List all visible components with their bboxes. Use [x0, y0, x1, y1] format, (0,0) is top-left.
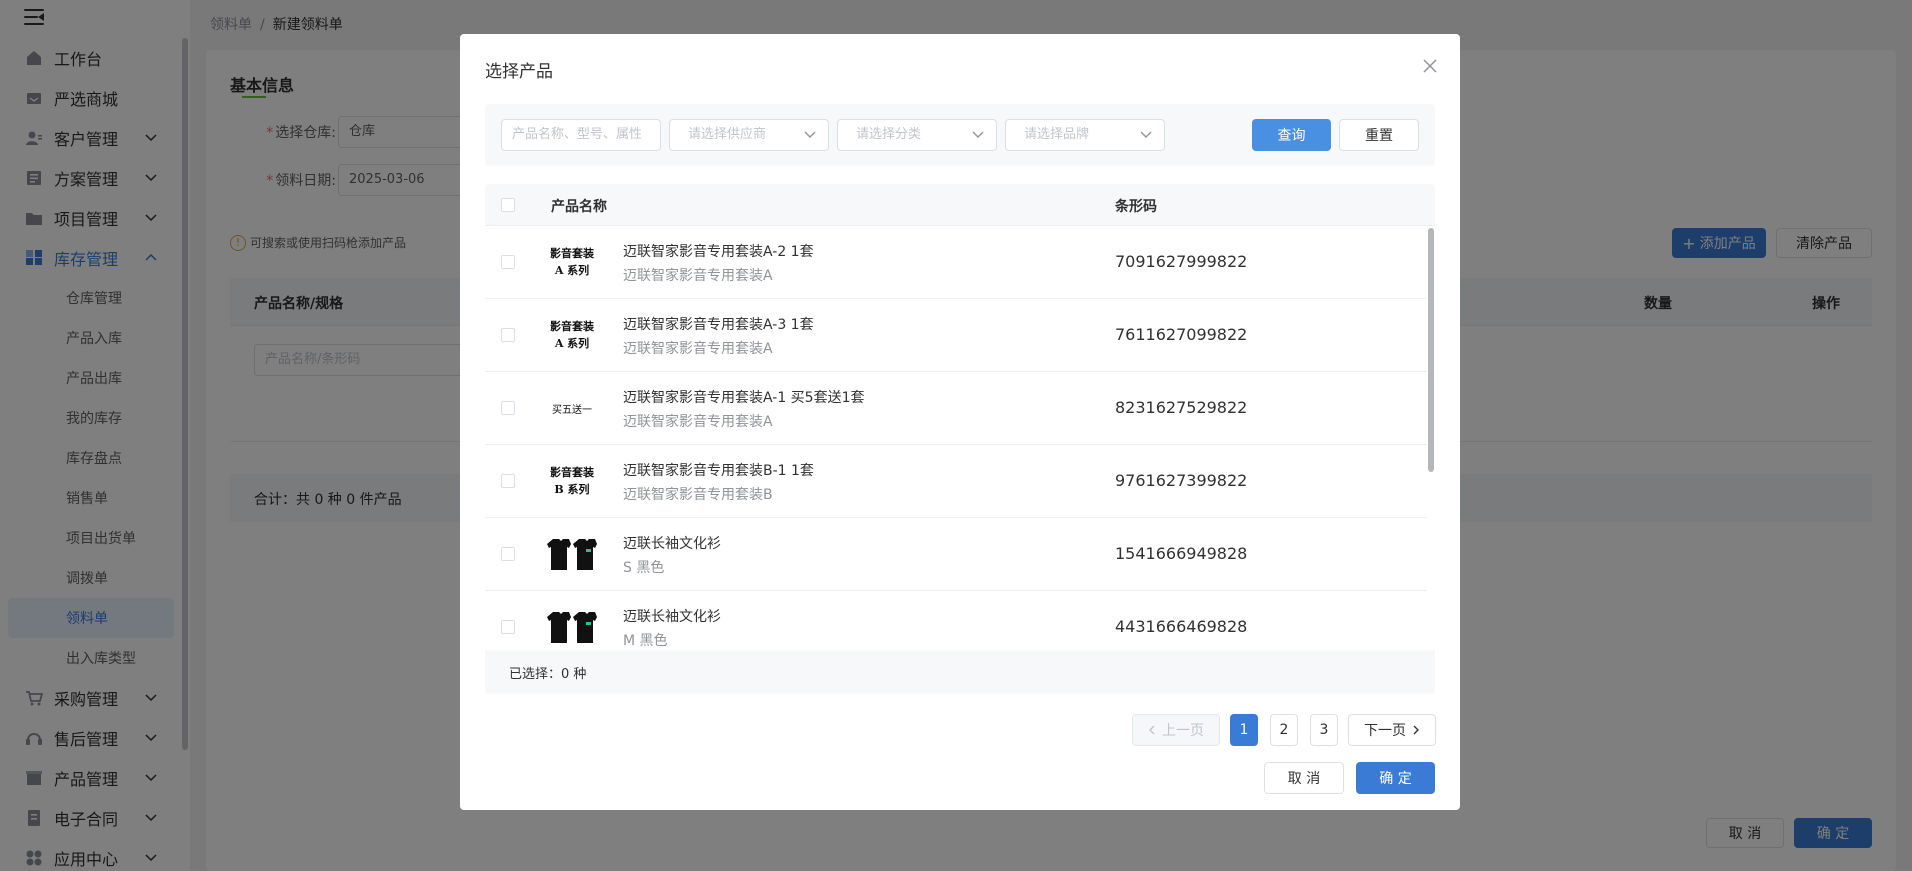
category-placeholder: 请选择分类 [856, 127, 922, 142]
row-checkbox[interactable] [501, 328, 515, 342]
thumb-line: 影音套装 [550, 320, 594, 333]
prev-page-label: 上一页 [1162, 723, 1204, 739]
table-row[interactable]: 迈联长袖文化衫 S 黑色 1541666949828 [485, 518, 1427, 591]
thumb-line: A 系列 [554, 264, 590, 277]
row-checkbox[interactable] [501, 547, 515, 561]
prev-page-button[interactable]: 上一页 [1132, 714, 1220, 746]
product-barcode: 7091627999822 [1115, 252, 1248, 271]
product-spec: 迈联智家影音专用套装A [623, 268, 773, 284]
product-select-table: 产品名称 条形码 影音套装 A 系列 迈联智家影音专用套装A-2 1套 迈联智家影… [485, 184, 1435, 694]
product-name: 迈联长袖文化衫 [623, 609, 721, 625]
select-all-checkbox[interactable] [501, 198, 515, 212]
chevron-right-icon [1413, 725, 1419, 735]
brand-select[interactable]: 请选择品牌 [1005, 119, 1165, 151]
product-spec: 迈联智家影音专用套装A [623, 414, 773, 430]
product-select-header: 产品名称 条形码 [485, 184, 1435, 226]
scrollbar-thumb[interactable] [1428, 228, 1434, 472]
page-3-button[interactable]: 3 [1310, 714, 1338, 746]
table-scrollbar[interactable] [1427, 226, 1435, 650]
tshirt-thumbnail [545, 534, 599, 574]
thumb-line: 影音套装 [550, 466, 594, 479]
product-barcode: 9761627399822 [1115, 471, 1248, 490]
chevron-down-icon [1140, 131, 1152, 138]
next-page-label: 下一页 [1364, 723, 1406, 739]
dialog-cancel-button[interactable]: 取 消 [1264, 762, 1344, 794]
row-checkbox[interactable] [501, 255, 515, 269]
reset-button[interactable]: 重置 [1339, 119, 1419, 151]
select-product-dialog: 选择产品 产品名称、型号、属性 请选择供应商 请选择分类 请选择品牌 查询 重置… [460, 34, 1460, 810]
selection-footer: 已选择：0 种 [485, 650, 1435, 694]
product-name: 迈联长袖文化衫 [623, 536, 721, 552]
next-page-button[interactable]: 下一页 [1348, 714, 1436, 746]
supplier-placeholder: 请选择供应商 [688, 127, 767, 142]
product-name: 迈联智家影音专用套装A-3 1套 [623, 317, 814, 333]
col-product-name: 产品名称 [551, 199, 607, 215]
product-spec: 迈联智家影音专用套装B [623, 487, 773, 503]
table-row[interactable]: 迈联长袖文化衫 M 黑色 4431666469828 [485, 591, 1427, 650]
table-row[interactable]: 影音套装 A 系列 迈联智家影音专用套装A-3 1套 迈联智家影音专用套装A 76… [485, 299, 1427, 372]
col-barcode: 条形码 [1115, 199, 1157, 215]
close-icon[interactable] [1422, 58, 1438, 74]
product-spec: 迈联智家影音专用套装A [623, 341, 773, 357]
row-checkbox[interactable] [501, 474, 515, 488]
product-thumbnail: 影音套装 A 系列 [545, 242, 599, 282]
keyword-input[interactable]: 产品名称、型号、属性 [501, 119, 661, 151]
product-name: 迈联智家影音专用套装B-1 1套 [623, 463, 814, 479]
table-row[interactable]: 影音套装 B 系列 迈联智家影音专用套装B-1 1套 迈联智家影音专用套装B 97… [485, 445, 1427, 518]
row-checkbox[interactable] [501, 401, 515, 415]
category-select[interactable]: 请选择分类 [837, 119, 997, 151]
page-1-button[interactable]: 1 [1230, 714, 1258, 746]
chevron-down-icon [972, 131, 984, 138]
page-2-button[interactable]: 2 [1270, 714, 1298, 746]
product-barcode: 4431666469828 [1115, 617, 1248, 636]
table-row[interactable]: 影音套装 A 系列 迈联智家影音专用套装A-2 1套 迈联智家影音专用套装A 70… [485, 226, 1427, 299]
filter-bar: 产品名称、型号、属性 请选择供应商 请选择分类 请选择品牌 查询 重置 [485, 104, 1435, 166]
product-spec: M 黑色 [623, 633, 668, 649]
product-thumbnail: 影音套装 B 系列 [545, 461, 599, 501]
product-spec: S 黑色 [623, 560, 665, 576]
product-name: 迈联智家影音专用套装A-2 1套 [623, 244, 814, 260]
product-barcode: 7611627099822 [1115, 325, 1248, 344]
product-rows: 影音套装 A 系列 迈联智家影音专用套装A-2 1套 迈联智家影音专用套装A 70… [485, 226, 1427, 650]
thumb-line: 买五送一 [552, 404, 592, 416]
dialog-confirm-button[interactable]: 确 定 [1356, 762, 1435, 794]
thumb-line: 影音套装 [550, 247, 594, 260]
product-barcode: 1541666949828 [1115, 544, 1248, 563]
product-name: 迈联智家影音专用套装A-1 买5套送1套 [623, 390, 865, 406]
product-barcode: 8231627529822 [1115, 398, 1248, 417]
table-row[interactable]: 买五送一 迈联智家影音专用套装A-1 买5套送1套 迈联智家影音专用套装A 82… [485, 372, 1427, 445]
selected-count: 已选择：0 种 [509, 667, 587, 682]
thumb-line: B 系列 [554, 483, 590, 496]
thumb-line: A 系列 [554, 337, 590, 350]
row-checkbox[interactable] [501, 620, 515, 634]
tshirt-thumbnail [545, 607, 599, 647]
chevron-down-icon [804, 131, 816, 138]
brand-placeholder: 请选择品牌 [1024, 127, 1090, 142]
supplier-select[interactable]: 请选择供应商 [669, 119, 829, 151]
search-button[interactable]: 查询 [1252, 119, 1331, 151]
chevron-left-icon [1149, 725, 1155, 735]
product-thumbnail: 买五送一 [545, 388, 599, 428]
product-thumbnail: 影音套装 A 系列 [545, 315, 599, 355]
dialog-title: 选择产品 [485, 62, 553, 82]
